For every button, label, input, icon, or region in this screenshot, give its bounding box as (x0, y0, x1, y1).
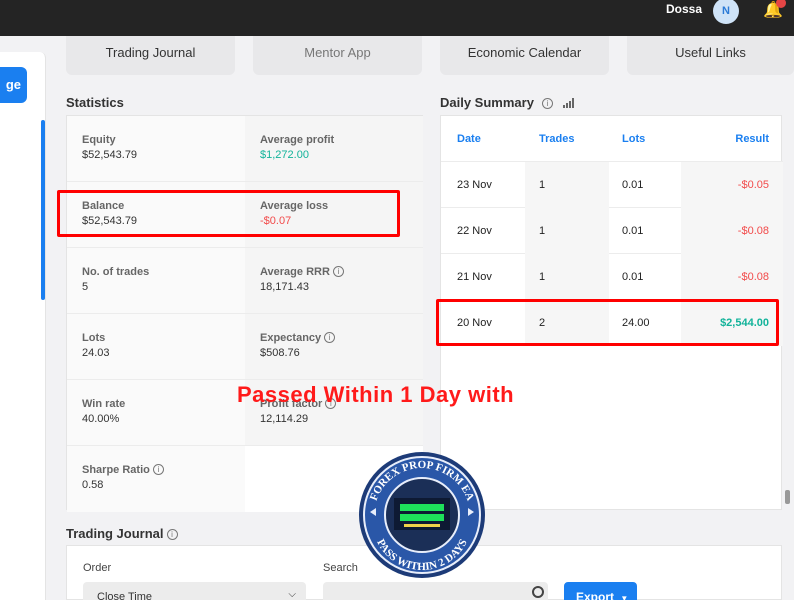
order-select[interactable]: Close Time ⌵ (83, 582, 306, 600)
username[interactable]: Dossa (666, 2, 702, 16)
avatar[interactable]: N (713, 0, 739, 24)
stat-value: $1,272.00 (260, 149, 309, 161)
cell-trades: 1 (525, 254, 609, 300)
cell-trades: 1 (525, 208, 609, 254)
stat-win-rate: Win rate 40.00% (67, 380, 245, 446)
column-header-result[interactable]: Result (681, 116, 783, 162)
stat-label: Win rate (82, 398, 126, 410)
daily-summary-title-text: Daily Summary (440, 95, 534, 110)
column-header-lots[interactable]: Lots (609, 116, 681, 162)
daily-summary-title: Daily Summary i (440, 95, 575, 111)
sidebar: ge (0, 52, 46, 600)
sidebar-action-button[interactable]: ge (0, 67, 27, 103)
trading-journal-title: Trading Journal i (66, 526, 178, 541)
stat-value: $52,543.79 (82, 149, 138, 161)
stat-label-text: Sharpe Ratio (82, 464, 150, 476)
info-icon[interactable]: i (152, 464, 164, 475)
table-header: Date Trades Lots Result (441, 116, 783, 162)
chevron-down-icon: ▼ (620, 594, 629, 600)
trading-journal-title-text: Trading Journal (66, 526, 164, 541)
info-icon[interactable]: i (332, 266, 344, 277)
tab-useful-links[interactable]: Useful Links (627, 36, 794, 75)
prop-firm-seal-logo: FOREX PROP FIRM EA PASS WITHIN 2 DAYS (356, 450, 488, 580)
info-icon[interactable]: i (541, 98, 553, 109)
statistics-title: Statistics (66, 95, 124, 110)
stat-average-profit: Average profit $1,272.00 (245, 116, 423, 182)
stat-value: 24.03 (82, 347, 110, 359)
top-bar: Dossa N 🔔 (0, 0, 794, 36)
stat-label: Sharpe Ratio i (82, 464, 164, 476)
table-row[interactable]: 23 Nov 1 0.01 -$0.05 (441, 162, 783, 208)
promo-overlay-text: Passed Within 1 Day with (237, 382, 515, 407)
table-row[interactable]: 22 Nov 1 0.01 -$0.08 (441, 208, 783, 254)
table-row[interactable]: 21 Nov 1 0.01 -$0.08 (441, 254, 783, 300)
cell-lots: 0.01 (622, 179, 644, 191)
cell-result: -$0.08 (681, 208, 783, 254)
notification-badge (776, 0, 786, 8)
cell-date: 23 Nov (457, 179, 492, 191)
chevron-down-icon: ⌵ (288, 589, 296, 600)
tab-economic-calendar[interactable]: Economic Calendar (440, 36, 609, 75)
stat-no-of-trades: No. of trades 5 (67, 248, 245, 314)
sidebar-scrollbar[interactable] (41, 120, 45, 300)
cell-trades: 1 (525, 162, 609, 208)
stat-value: 12,114.29 (260, 413, 309, 425)
info-icon[interactable]: i (324, 332, 336, 343)
search-label: Search (323, 562, 358, 574)
stat-equity: Equity $52,543.79 (67, 116, 245, 182)
stat-label-text: Expectancy (260, 332, 322, 344)
tab-trading-journal[interactable]: Trading Journal (66, 36, 235, 75)
info-icon[interactable]: i (166, 529, 178, 540)
cell-date: 21 Nov (457, 271, 492, 283)
export-button-label: Export (576, 590, 615, 600)
search-input[interactable] (323, 582, 548, 600)
cell-result: -$0.08 (681, 254, 783, 300)
stat-value: $508.76 (260, 347, 300, 359)
stat-label: No. of trades (82, 266, 150, 278)
cell-date: 22 Nov (457, 225, 492, 237)
highlight-box-balance-loss (57, 190, 400, 237)
stat-lots: Lots 24.03 (67, 314, 245, 380)
export-button[interactable]: Export ▼ (564, 582, 637, 600)
stat-label: Lots (82, 332, 106, 344)
cell-lots: 0.01 (622, 271, 644, 283)
summary-scrollbar[interactable] (785, 490, 790, 504)
stat-value: 0.58 (82, 479, 104, 491)
stat-value: 5 (82, 281, 89, 293)
tab-mentor-app[interactable]: Mentor App (253, 36, 422, 75)
stat-average-rrr: Average RRR i 18,171.43 (245, 248, 423, 314)
cell-lots: 0.01 (622, 225, 644, 237)
stat-label-text: Average RRR (260, 266, 330, 278)
search-icon[interactable] (532, 586, 544, 598)
column-header-trades[interactable]: Trades (525, 116, 609, 162)
stat-label: Expectancy i (260, 332, 336, 344)
order-select-value: Close Time (97, 591, 153, 600)
stat-expectancy: Expectancy i $508.76 (245, 314, 423, 380)
stat-sharpe-ratio: Sharpe Ratio i 0.58 (67, 446, 245, 512)
stat-label: Average profit (260, 134, 335, 146)
stat-label: Equity (82, 134, 116, 146)
stat-label: Average RRR i (260, 266, 344, 278)
order-label: Order (83, 562, 112, 574)
bar-chart-icon[interactable] (562, 96, 575, 111)
highlight-box-20-nov (436, 299, 779, 346)
stat-value: 40.00% (82, 413, 120, 425)
stat-value: 18,171.43 (260, 281, 309, 293)
cell-result: -$0.05 (681, 162, 783, 208)
column-header-date[interactable]: Date (441, 116, 525, 162)
